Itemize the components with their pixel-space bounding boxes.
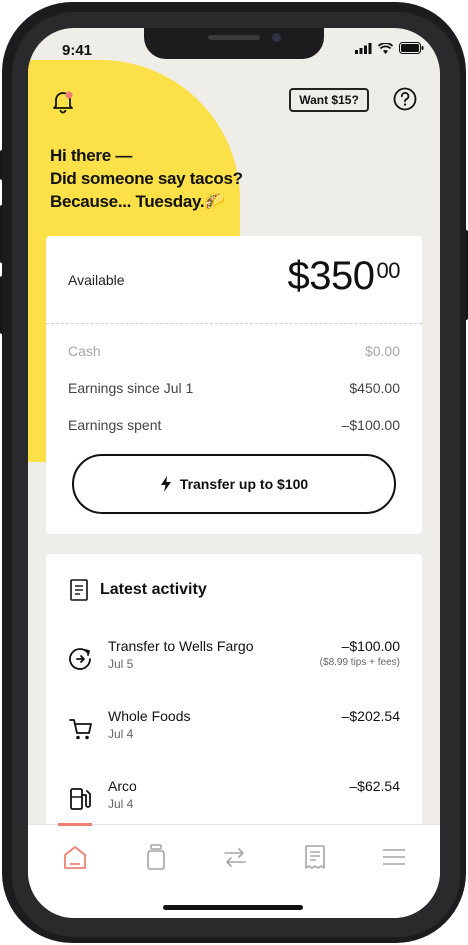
tab-bar [28,823,440,918]
balance-row-spent: Earnings spent –$100.00 [68,417,400,433]
activity-name: Arco [108,778,137,794]
app-screen: 9:41 Want $15? Hi there — Did someone sa… [28,28,440,918]
activity-amount: –$100.00 [341,638,400,654]
activity-date: Jul 5 [108,657,134,671]
referral-button[interactable]: Want $15? [289,88,369,112]
greeting-line: Hi there — [50,146,133,165]
balance-row-earnings: Earnings since Jul 1 $450.00 [68,380,400,396]
row-value: $450.00 [349,380,400,396]
active-tab-indicator [58,823,92,826]
status-icons [355,42,424,54]
jar-icon[interactable] [142,843,170,871]
available-label: Available [68,272,125,288]
transfer-out-icon [69,648,91,670]
gas-pump-icon [70,788,91,810]
greeting-line: Did someone say tacos? [50,169,243,188]
battery-icon [399,42,424,54]
shopping-cart-icon [69,719,92,740]
signal-icon [355,42,372,54]
receipt-icon [70,579,88,601]
activity-fee-note: ($8.99 tips + fees) [319,657,400,668]
greeting-line: Because... Tuesday.🌮 [50,192,226,211]
balance-row-cash: Cash $0.00 [68,343,400,359]
notch [144,28,324,59]
row-label: Earnings spent [68,417,162,433]
available-amount: $35000 [287,254,401,298]
activity-header: Latest activity [70,579,207,601]
phone-device: 9:41 Want $15? Hi there — Did someone sa… [0,0,468,945]
row-label: Cash [68,343,101,359]
row-value: –$100.00 [341,417,400,433]
row-label: Earnings since Jul 1 [68,380,194,396]
available-cents: 00 [376,258,401,283]
menu-icon[interactable] [380,843,408,871]
activity-name: Whole Foods [108,708,191,724]
notification-bell-icon[interactable] [50,88,76,114]
receipt-icon[interactable] [301,843,329,871]
activity-item[interactable]: Arco Jul 4 –$62.54 [68,778,400,818]
row-value: $0.00 [364,343,400,359]
activity-item[interactable]: Whole Foods Jul 4 –$202.54 [68,708,400,748]
greeting-message: Hi there — Did someone say tacos? Becaus… [50,144,280,213]
transfer-icon[interactable] [221,843,249,871]
home-icon[interactable] [61,843,89,871]
home-indicator[interactable] [163,905,303,910]
transfer-label: Transfer up to $100 [179,476,309,492]
wifi-icon [378,42,393,54]
activity-title: Latest activity [100,581,207,598]
lightning-icon [160,476,171,492]
status-time: 9:41 [62,42,93,59]
balance-card: Available $35000 Cash $0.00 Earnings sin… [46,236,422,534]
help-icon[interactable] [393,87,417,111]
activity-card: Latest activity Transfer to Wells Fargo … [46,554,422,854]
activity-amount: –$62.54 [349,778,400,794]
activity-date: Jul 4 [108,797,134,811]
activity-name: Transfer to Wells Fargo [108,638,254,654]
divider [46,323,422,324]
transfer-button[interactable]: Transfer up to $100 [72,454,396,514]
activity-amount: –$202.54 [341,708,400,724]
activity-date: Jul 4 [108,727,134,741]
activity-item[interactable]: Transfer to Wells Fargo Jul 5 –$100.00 (… [68,638,400,678]
